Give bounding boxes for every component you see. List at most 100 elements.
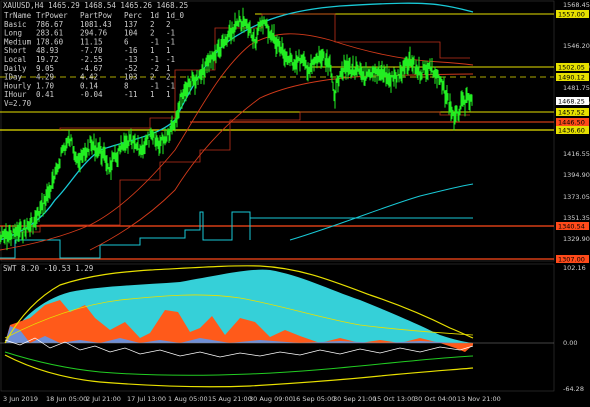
stats-cell: -11 [124,90,138,99]
time-label: 16 Sep 05:00 [292,395,335,403]
stats-cell: -1 [150,81,159,90]
stats-cell: Short [4,46,27,55]
swt-yellow-lower-band [4,354,474,388]
stats-footer: V=2.70 [4,99,32,108]
time-label: 17 Jul 13:00 [127,395,166,403]
stats-cell: 2 [150,20,155,29]
stats-cell: -1 [150,55,159,64]
indicator-tick: 0.00 [563,339,577,347]
symbol-header: XAUUSD,H4 1465.29 1468.54 1465.26 1468.2… [3,1,188,10]
price-tick: 1568.45 [563,1,590,9]
stats-cell: Medium [4,37,32,46]
price-bars [0,7,473,251]
price-axis: 1568.451546.201524.901481.751459.901416.… [556,1,590,264]
time-label: 13 Nov 21:00 [457,395,501,403]
price-tick: 1351.35 [563,214,590,222]
stats-cell: 4.42 [80,73,98,82]
stats-cell: -4.67 [80,64,103,73]
ma-red-2 [89,73,474,251]
price-label: 1468.25 [558,98,585,106]
time-label: 30 Sep 21:00 [333,395,376,403]
stats-header-cell: TrName [4,11,32,20]
stats-header-cell: Perc [124,11,142,20]
time-label: 2 Jul 21:00 [86,395,121,403]
stats-cell: 1 [150,46,155,55]
stats-cell: Basic [4,20,27,29]
stats-cell: 1081.43 [80,20,112,29]
stats-cell: 4.29 [36,73,54,82]
trading-chart[interactable]: XAUUSD,H4 1465.29 1468.54 1465.26 1468.2… [0,0,590,407]
indicator-axis: 102.16 0.00 -64.28 [563,264,586,393]
stats-cell: 9.05 [36,64,54,73]
time-label: 15 Aug 21:00 [208,395,252,403]
stats-cell: 6 [124,37,129,46]
stats-cell: 137 [124,20,138,29]
stats-cell: 19.72 [36,55,59,64]
price-tick: 1373.05 [563,193,590,201]
stats-cell: 2 [150,73,155,82]
stats-cell: 294.76 [80,29,108,38]
swt-green-line [4,351,474,376]
stats-cell: Local [4,55,27,64]
stats-cell: 1.70 [36,81,55,90]
stats-cell: IHour [4,90,27,99]
price-label: 1502.05 [558,64,585,72]
price-tick: 1329.90 [563,235,590,243]
stats-cell: 178.60 [36,37,64,46]
time-label: 3 Jun 2019 [3,395,38,403]
indicator-tick: -64.28 [563,385,584,393]
stats-cell: -1 [166,37,175,46]
price-label: 1340.54 [558,223,585,231]
stats-cell: 103 [124,73,138,82]
price-label: 1436.60 [558,127,585,135]
stats-cell: Daily [4,64,27,73]
time-label: 15 Oct 13:00 [373,395,415,403]
stats-cell: -52 [124,64,138,73]
stats-cell: 48.93 [36,46,59,55]
price-tick: 1481.75 [563,84,590,92]
time-axis: 3 Jun 2019 18 Jun 05:002 Jul 21:00 17 Jul … [3,395,501,403]
stats-cell: 104 [124,29,138,38]
stats-cell: -13 [124,55,138,64]
stats-cell: -16 [124,46,138,55]
swt-indicator: SWT 8.20 -10.53 1.29 [0,264,554,388]
time-label: 1 Aug 05:00 [168,395,208,403]
stats-cell: 1 [166,90,171,99]
time-label: 30 Oct 04:00 [414,395,456,403]
stats-cell: 1 [166,64,171,73]
price-label: 1557.00 [558,11,585,19]
time-label: 18 Jun 05:00 [46,395,87,403]
stats-header-cell: 1d [150,11,159,20]
swt-title: SWT 8.20 -10.53 1.29 [3,264,93,273]
price-tick: 1394.90 [563,171,590,179]
stats-cell: 11.15 [80,37,103,46]
stats-cell: 0.41 [36,90,54,99]
stats-cell: 2 [166,73,171,82]
price-series [0,7,473,251]
stats-cell: -1 [166,55,175,64]
stats-cell: -1 [150,37,159,46]
stats-cell: -2.55 [80,55,103,64]
stats-cell: 8 [124,81,129,90]
ma-cyan-slow [289,183,474,241]
indicator-tick: 102.16 [563,264,586,272]
stats-header-cell: PartPow [80,11,112,20]
stats-table: TrName TrPower PartPow Perc 1d 1d_0 Basic 786.6… [4,11,185,108]
stats-cell: 1 [166,46,171,55]
stats-header-cell: TrPower [36,11,68,20]
stats-cell: Long [4,29,22,38]
stats-cell: 0.14 [80,81,99,90]
price-label: 1457.52 [558,109,585,117]
price-label: 1307.00 [558,256,585,264]
stats-cell: -1 [166,81,175,90]
stats-cell: Hourly [4,81,32,90]
stats-cell: 2 [166,20,171,29]
stats-cell: -2 [150,64,159,73]
stats-cell: -1 [166,29,175,38]
price-tick: 1416.55 [563,150,590,158]
stats-cell: -7.70 [80,46,103,55]
stats-cell: 786.67 [36,20,63,29]
stats-cell: -0.04 [80,90,103,99]
stats-cell: 2 [150,29,155,38]
price-label: 1446.50 [558,119,585,127]
